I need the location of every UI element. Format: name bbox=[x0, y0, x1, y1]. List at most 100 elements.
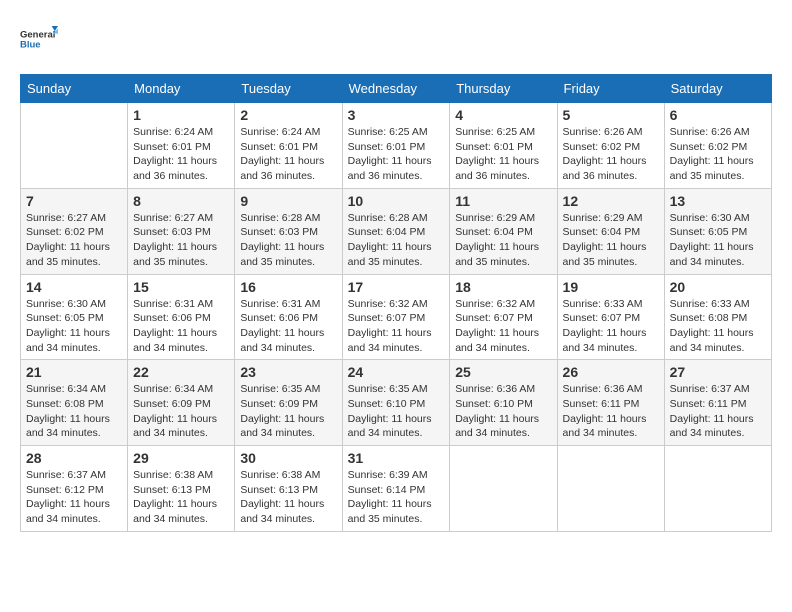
day-info: Sunrise: 6:34 AMSunset: 6:08 PMDaylight:… bbox=[26, 382, 122, 441]
calendar-week-row: 14Sunrise: 6:30 AMSunset: 6:05 PMDayligh… bbox=[21, 274, 772, 360]
calendar-cell: 28 Sunrise: 6:37 AMSunset: 6:12 PMDayligh… bbox=[21, 446, 128, 532]
calendar-cell: 13Sunrise: 6:30 AMSunset: 6:05 PMDayligh… bbox=[664, 188, 771, 274]
day-info: Sunrise: 6:32 AMSunset: 6:07 PMDaylight:… bbox=[455, 297, 551, 356]
day-number: 10 bbox=[348, 193, 445, 209]
day-info: Sunrise: 6:33 AMSunset: 6:08 PMDaylight:… bbox=[670, 297, 766, 356]
calendar-cell: 21Sunrise: 6:34 AMSunset: 6:08 PMDayligh… bbox=[21, 360, 128, 446]
calendar-cell: 24Sunrise: 6:35 AMSunset: 6:10 PMDayligh… bbox=[342, 360, 450, 446]
day-info: Sunrise: 6:27 AMSunset: 6:02 PMDaylight:… bbox=[26, 211, 122, 270]
day-number: 24 bbox=[348, 364, 445, 380]
day-number: 27 bbox=[670, 364, 766, 380]
day-number: 15 bbox=[133, 279, 229, 295]
day-number: 23 bbox=[240, 364, 336, 380]
calendar-cell: 11 Sunrise: 6:29 AMSunset: 6:04 PMDayligh… bbox=[450, 188, 557, 274]
calendar-week-row: 28 Sunrise: 6:37 AMSunset: 6:12 PMDayligh… bbox=[21, 446, 772, 532]
day-info: Sunrise: 6:31 AMSunset: 6:06 PMDaylight:… bbox=[133, 297, 229, 356]
calendar-cell: 3 Sunrise: 6:25 AMSunset: 6:01 PMDaylight… bbox=[342, 103, 450, 189]
day-number: 17 bbox=[348, 279, 445, 295]
calendar-week-row: 7 Sunrise: 6:27 AMSunset: 6:02 PMDaylight… bbox=[21, 188, 772, 274]
day-info: Sunrise: 6:30 AMSunset: 6:05 PMDaylight:… bbox=[670, 211, 766, 270]
day-number: 18 bbox=[455, 279, 551, 295]
day-info: Sunrise: 6:27 AMSunset: 6:03 PMDaylight:… bbox=[133, 211, 229, 270]
day-info: Sunrise: 6:26 AMSunset: 6:02 PMDaylight:… bbox=[670, 125, 766, 184]
calendar-cell: 10 Sunrise: 6:28 AMSunset: 6:04 PMDayligh… bbox=[342, 188, 450, 274]
calendar-cell: 5 Sunrise: 6:26 AMSunset: 6:02 PMDaylight… bbox=[557, 103, 664, 189]
calendar-cell bbox=[557, 446, 664, 532]
calendar-week-row: 21Sunrise: 6:34 AMSunset: 6:08 PMDayligh… bbox=[21, 360, 772, 446]
day-number: 3 bbox=[348, 107, 445, 123]
calendar-cell: 26Sunrise: 6:36 AMSunset: 6:11 PMDayligh… bbox=[557, 360, 664, 446]
day-info: Sunrise: 6:28 AMSunset: 6:03 PMDaylight:… bbox=[240, 211, 336, 270]
day-number: 4 bbox=[455, 107, 551, 123]
day-number: 6 bbox=[670, 107, 766, 123]
calendar-cell: 23 Sunrise: 6:35 AMSunset: 6:09 PMDayligh… bbox=[235, 360, 342, 446]
day-number: 1 bbox=[133, 107, 229, 123]
day-number: 22 bbox=[133, 364, 229, 380]
calendar-cell: 19 Sunrise: 6:33 AMSunset: 6:07 PMDayligh… bbox=[557, 274, 664, 360]
day-number: 19 bbox=[563, 279, 659, 295]
svg-text:General: General bbox=[20, 29, 55, 40]
calendar-cell: 29Sunrise: 6:38 AMSunset: 6:13 PMDayligh… bbox=[128, 446, 235, 532]
day-info: Sunrise: 6:32 AMSunset: 6:07 PMDaylight:… bbox=[348, 297, 445, 356]
day-info: Sunrise: 6:36 AMSunset: 6:10 PMDaylight:… bbox=[455, 382, 551, 441]
day-info: Sunrise: 6:37 AMSunset: 6:11 PMDaylight:… bbox=[670, 382, 766, 441]
day-number: 28 bbox=[26, 450, 122, 466]
day-info: Sunrise: 6:26 AMSunset: 6:02 PMDaylight:… bbox=[563, 125, 659, 184]
day-info: Sunrise: 6:28 AMSunset: 6:04 PMDaylight:… bbox=[348, 211, 445, 270]
calendar-cell: 17 Sunrise: 6:32 AMSunset: 6:07 PMDayligh… bbox=[342, 274, 450, 360]
calendar-cell: 4Sunrise: 6:25 AMSunset: 6:01 PMDaylight… bbox=[450, 103, 557, 189]
calendar-cell: 16 Sunrise: 6:31 AMSunset: 6:06 PMDayligh… bbox=[235, 274, 342, 360]
calendar-cell: 20 Sunrise: 6:33 AMSunset: 6:08 PMDayligh… bbox=[664, 274, 771, 360]
day-info: Sunrise: 6:33 AMSunset: 6:07 PMDaylight:… bbox=[563, 297, 659, 356]
day-number: 31 bbox=[348, 450, 445, 466]
calendar-cell: 7 Sunrise: 6:27 AMSunset: 6:02 PMDaylight… bbox=[21, 188, 128, 274]
day-number: 25 bbox=[455, 364, 551, 380]
day-number: 16 bbox=[240, 279, 336, 295]
calendar-cell bbox=[21, 103, 128, 189]
day-info: Sunrise: 6:37 AMSunset: 6:12 PMDaylight:… bbox=[26, 468, 122, 527]
header-saturday: Saturday bbox=[664, 75, 771, 103]
calendar-cell: 9 Sunrise: 6:28 AMSunset: 6:03 PMDaylight… bbox=[235, 188, 342, 274]
day-number: 5 bbox=[563, 107, 659, 123]
calendar-cell: 25 Sunrise: 6:36 AMSunset: 6:10 PMDayligh… bbox=[450, 360, 557, 446]
calendar-cell: 2 Sunrise: 6:24 AMSunset: 6:01 PMDaylight… bbox=[235, 103, 342, 189]
header-sunday: Sunday bbox=[21, 75, 128, 103]
day-info: Sunrise: 6:25 AMSunset: 6:01 PMDaylight:… bbox=[348, 125, 445, 184]
day-number: 9 bbox=[240, 193, 336, 209]
header-thursday: Thursday bbox=[450, 75, 557, 103]
calendar-header-row: SundayMondayTuesdayWednesdayThursdayFrid… bbox=[21, 75, 772, 103]
day-number: 26 bbox=[563, 364, 659, 380]
header-monday: Monday bbox=[128, 75, 235, 103]
day-number: 12 bbox=[563, 193, 659, 209]
day-number: 20 bbox=[670, 279, 766, 295]
day-info: Sunrise: 6:29 AMSunset: 6:04 PMDaylight:… bbox=[455, 211, 551, 270]
day-info: Sunrise: 6:39 AMSunset: 6:14 PMDaylight:… bbox=[348, 468, 445, 527]
calendar-cell: 14Sunrise: 6:30 AMSunset: 6:05 PMDayligh… bbox=[21, 274, 128, 360]
calendar-cell bbox=[664, 446, 771, 532]
calendar-cell: 8 Sunrise: 6:27 AMSunset: 6:03 PMDaylight… bbox=[128, 188, 235, 274]
day-info: Sunrise: 6:24 AMSunset: 6:01 PMDaylight:… bbox=[133, 125, 229, 184]
svg-text:Blue: Blue bbox=[20, 40, 41, 51]
day-info: Sunrise: 6:38 AMSunset: 6:13 PMDaylight:… bbox=[240, 468, 336, 527]
calendar-week-row: 1 Sunrise: 6:24 AMSunset: 6:01 PMDaylight… bbox=[21, 103, 772, 189]
calendar-cell: 18 Sunrise: 6:32 AMSunset: 6:07 PMDayligh… bbox=[450, 274, 557, 360]
header-tuesday: Tuesday bbox=[235, 75, 342, 103]
day-number: 2 bbox=[240, 107, 336, 123]
day-number: 30 bbox=[240, 450, 336, 466]
day-info: Sunrise: 6:34 AMSunset: 6:09 PMDaylight:… bbox=[133, 382, 229, 441]
calendar-cell: 27 Sunrise: 6:37 AMSunset: 6:11 PMDayligh… bbox=[664, 360, 771, 446]
calendar-cell: 15 Sunrise: 6:31 AMSunset: 6:06 PMDayligh… bbox=[128, 274, 235, 360]
day-info: Sunrise: 6:24 AMSunset: 6:01 PMDaylight:… bbox=[240, 125, 336, 184]
calendar-cell: 22 Sunrise: 6:34 AMSunset: 6:09 PMDayligh… bbox=[128, 360, 235, 446]
day-number: 11 bbox=[455, 193, 551, 209]
calendar-cell: 1 Sunrise: 6:24 AMSunset: 6:01 PMDaylight… bbox=[128, 103, 235, 189]
calendar-cell: 6 Sunrise: 6:26 AMSunset: 6:02 PMDaylight… bbox=[664, 103, 771, 189]
calendar-cell: 12 Sunrise: 6:29 AMSunset: 6:04 PMDayligh… bbox=[557, 188, 664, 274]
day-info: Sunrise: 6:29 AMSunset: 6:04 PMDaylight:… bbox=[563, 211, 659, 270]
day-number: 8 bbox=[133, 193, 229, 209]
day-info: Sunrise: 6:31 AMSunset: 6:06 PMDaylight:… bbox=[240, 297, 336, 356]
day-info: Sunrise: 6:35 AMSunset: 6:09 PMDaylight:… bbox=[240, 382, 336, 441]
calendar-cell: 30 Sunrise: 6:38 AMSunset: 6:13 PMDayligh… bbox=[235, 446, 342, 532]
day-number: 7 bbox=[26, 193, 122, 209]
header-friday: Friday bbox=[557, 75, 664, 103]
